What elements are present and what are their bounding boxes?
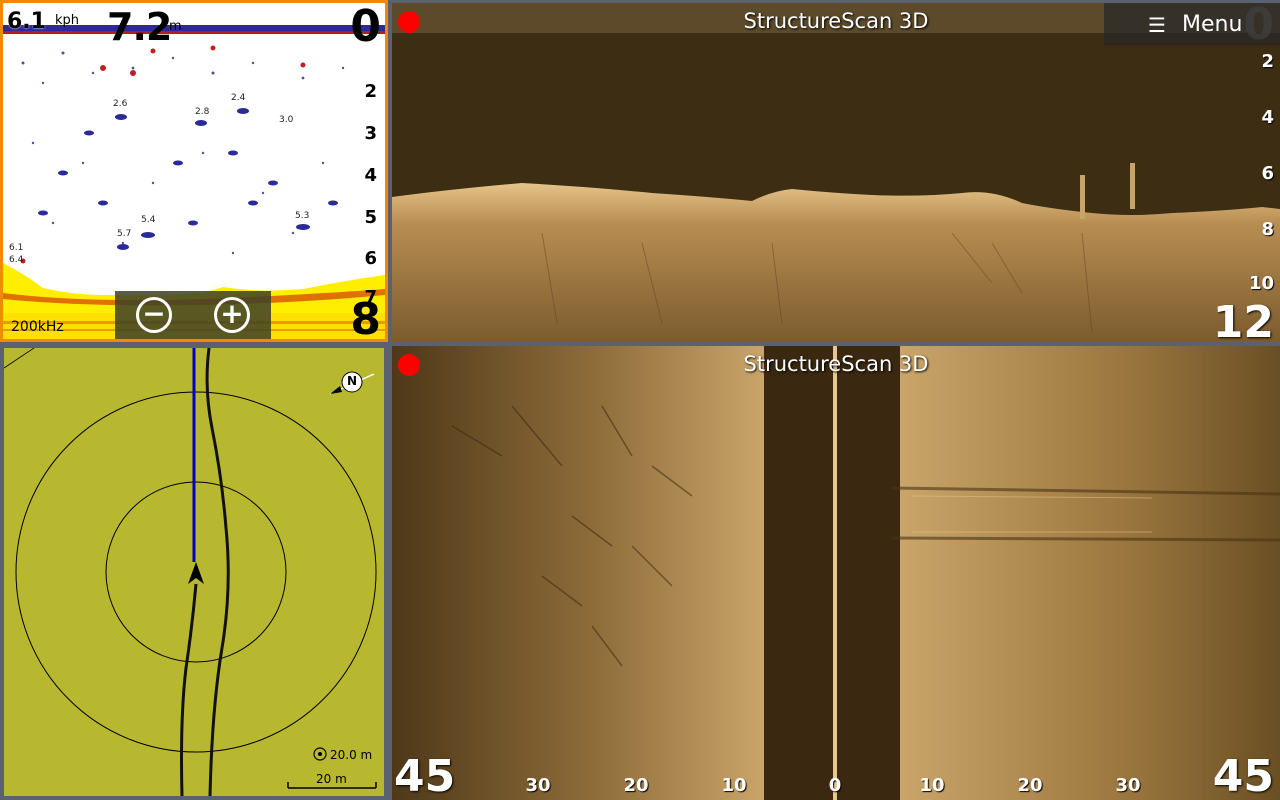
range-tick: 30 bbox=[525, 775, 551, 796]
range-tick: 10 bbox=[721, 775, 747, 796]
menu-label: Menu bbox=[1182, 11, 1243, 37]
range-tick: 0 bbox=[828, 775, 842, 796]
range-top: 0 bbox=[350, 1, 381, 52]
frequency-label: 200kHz bbox=[11, 319, 64, 335]
plus-circle-icon: + bbox=[220, 297, 244, 330]
range-tick: 10 bbox=[919, 775, 945, 796]
map-image bbox=[4, 348, 377, 796]
range-tick: 20 bbox=[1017, 775, 1043, 796]
range-bottom: 8 bbox=[350, 294, 381, 342]
speed-value: 6.1 bbox=[7, 9, 46, 34]
range-tick: 20 bbox=[623, 775, 649, 796]
depth-scale-label: 4 bbox=[1261, 107, 1274, 128]
depth-unit: m bbox=[169, 19, 182, 34]
range-tick: 30 bbox=[1115, 775, 1141, 796]
depth-scale-label: 10 bbox=[1248, 273, 1274, 294]
fish-depth-label: 5.4 bbox=[141, 215, 156, 225]
depth-scale-label: 3 bbox=[364, 123, 377, 144]
depth-scale-label: 6 bbox=[364, 248, 377, 269]
range-top: 0 bbox=[1243, 0, 1274, 50]
north-indicator: N bbox=[328, 368, 378, 398]
fish-depth-label: 3.0 bbox=[279, 115, 294, 125]
minus-circle-icon: − bbox=[142, 297, 166, 330]
range-left: 45 bbox=[394, 751, 456, 800]
zoom-controls: − + bbox=[115, 291, 271, 339]
fish-depth-label: 5.3 bbox=[295, 211, 310, 221]
side-scan-title: StructureScan 3D bbox=[743, 352, 929, 376]
fish-depth-label: 6.1 bbox=[9, 243, 24, 253]
sonar-panel[interactable]: 6.1 kph 7.2 m 0 2 3 4 5 6 7 2.6 2.8 2.4 … bbox=[0, 0, 388, 342]
speed-unit: kph bbox=[55, 13, 80, 28]
scale-bar-label: 20 m bbox=[316, 772, 347, 786]
fish-depth-label: 2.8 bbox=[195, 107, 210, 117]
depth-scale-label: 5 bbox=[364, 207, 377, 228]
depth-scale-label: 2 bbox=[1261, 51, 1274, 72]
sonar-image bbox=[3, 23, 385, 339]
north-label: N bbox=[347, 374, 358, 388]
structurescan-down-panel[interactable]: StructureScan 3D ☰ Menu 0 2 4 6 8 10 12 bbox=[392, 0, 1280, 342]
down-scan-image bbox=[392, 3, 1280, 342]
structurescan-side-panel[interactable]: StructureScan 3D 45 30 20 10 0 10 20 30 … bbox=[392, 344, 1280, 800]
range-bottom: 12 bbox=[1212, 297, 1274, 342]
depth-scale-label: 4 bbox=[364, 165, 377, 186]
fish-depth-label: 6.4 bbox=[9, 255, 24, 265]
depth-scale-label: 2 bbox=[364, 81, 377, 102]
depth-scale-label: 8 bbox=[1261, 219, 1274, 240]
hamburger-icon: ☰ bbox=[1148, 13, 1166, 37]
range-right: 45 bbox=[1212, 751, 1274, 800]
zoom-out-button[interactable]: − bbox=[136, 297, 172, 333]
depth-scale-label: 6 bbox=[1261, 163, 1274, 184]
range-ring-label: 20.0 m bbox=[330, 748, 373, 762]
depth-value: 7.2 bbox=[107, 5, 172, 49]
fish-depth-label: 2.4 bbox=[231, 93, 246, 103]
chart-panel[interactable]: N 20.0 m 20 m bbox=[0, 344, 388, 800]
fish-depth-label: 5.7 bbox=[117, 229, 132, 239]
fish-depth-label: 2.6 bbox=[113, 99, 128, 109]
side-scan-image bbox=[392, 346, 1280, 800]
zoom-in-button[interactable]: + bbox=[214, 297, 250, 333]
